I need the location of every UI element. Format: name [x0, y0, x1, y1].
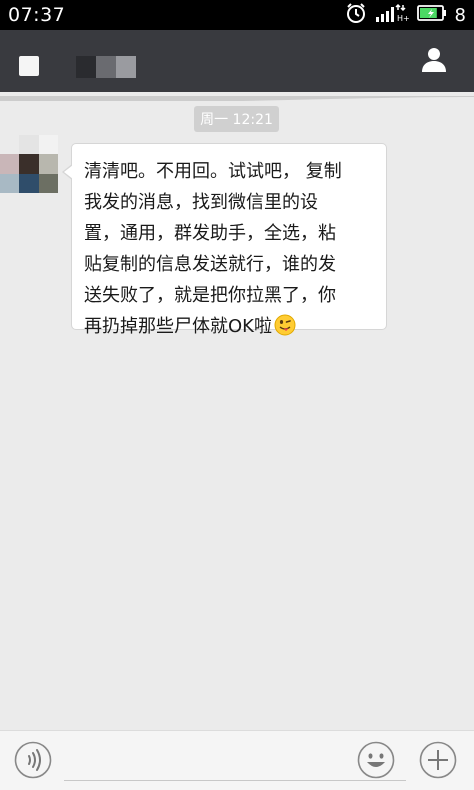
message-bubble[interactable]: 清清吧。不用回。试试吧， 复制 我发的消息，找到微信里的设 置，通用，群发助手，…: [71, 143, 387, 337]
avatar[interactable]: [0, 135, 58, 193]
svg-text:H+: H+: [397, 14, 409, 23]
message-input[interactable]: [64, 741, 406, 781]
message-last-line: 再扔掉那些尸体就OK啦: [84, 311, 378, 342]
bubble-tail-fill: [64, 165, 73, 179]
message-line: 置，通用，群发助手，全选，粘: [84, 223, 336, 244]
plus-icon[interactable]: [419, 741, 457, 779]
input-bar: [0, 730, 474, 790]
message-line: 我发的消息，找到微信里的设: [84, 192, 318, 213]
back-icon[interactable]: [19, 56, 39, 76]
message-line: 送失败了，就是把你拉黑了，你: [84, 285, 336, 306]
battery-icon: [416, 4, 447, 26]
status-icons: H+ 8: [345, 2, 466, 28]
title-bar: [0, 30, 474, 92]
voice-icon[interactable]: [14, 741, 52, 779]
message-line: 贴复制的信息发送就行，谁的发: [84, 254, 336, 275]
title-shadow: [0, 91, 474, 101]
winking-tongue-emoji-icon: [274, 314, 296, 336]
message-line: 再扔掉那些尸体就OK啦: [84, 316, 272, 337]
message-timestamp: 周一 12:21: [194, 106, 279, 132]
signal-icon: H+: [375, 2, 409, 28]
status-bar: 07:37 H+ 8: [0, 0, 474, 30]
battery-level-text: 8: [454, 4, 466, 26]
message-line: 清清吧。不用回。试试吧， 复制: [84, 161, 342, 182]
status-time: 07:37: [8, 4, 66, 26]
contact-name-pixelated: [76, 56, 136, 78]
profile-icon[interactable]: [419, 45, 449, 75]
alarm-icon: [345, 2, 367, 28]
emoji-icon[interactable]: [357, 741, 395, 779]
